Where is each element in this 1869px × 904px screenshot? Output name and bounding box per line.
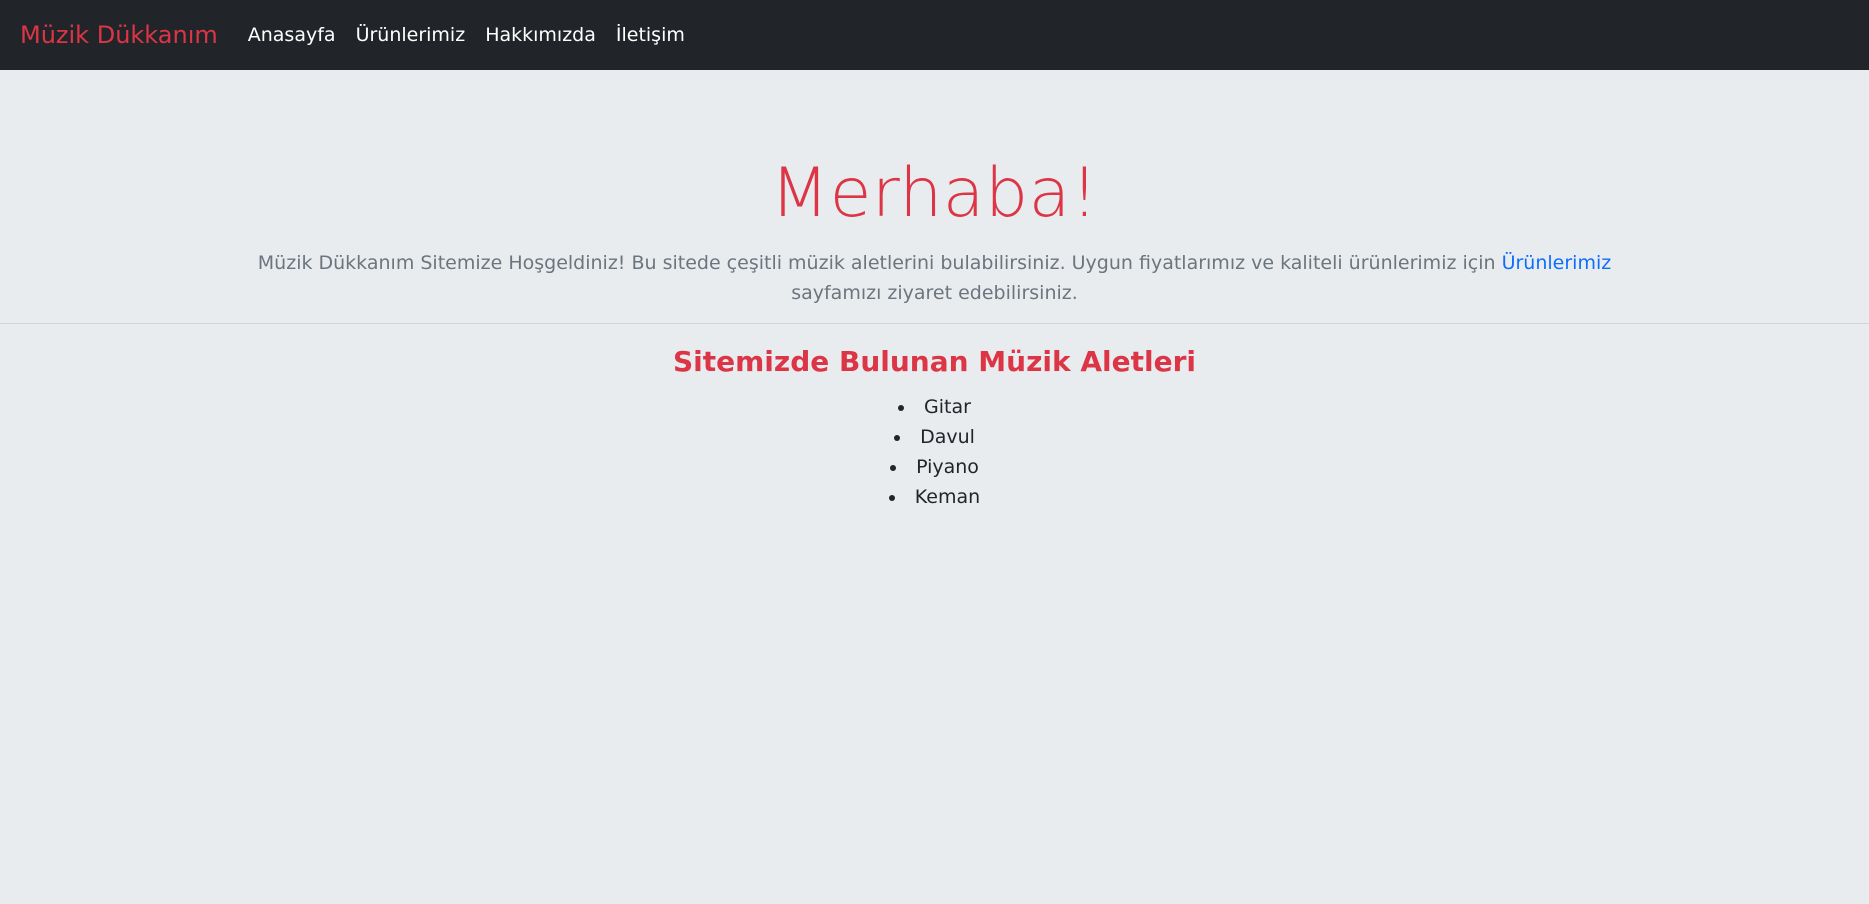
nav-link-hakkimizda[interactable]: Hakkımızda bbox=[485, 24, 596, 46]
instrument-item-piyano: Piyano bbox=[0, 452, 1869, 482]
hero-section: Merhaba! Müzik Dükkanım Sitemize Hoşgeld… bbox=[0, 70, 1869, 324]
hero-description: Müzik Dükkanım Sitemize Hoşgeldiniz! Bu … bbox=[255, 248, 1615, 308]
brand-link[interactable]: Müzik Dükkanım bbox=[20, 21, 218, 49]
nav-link-anasayfa[interactable]: Anasayfa bbox=[248, 24, 336, 46]
instrument-item-davul: Davul bbox=[0, 422, 1869, 452]
hero-text-before-link: Müzik Dükkanım Sitemize Hoşgeldiniz! Bu … bbox=[257, 252, 1502, 274]
instrument-item-gitar: Gitar bbox=[0, 392, 1869, 422]
products-link[interactable]: Ürünlerimiz bbox=[1502, 252, 1612, 274]
instrument-section: Sitemizde Bulunan Müzik Aletleri Gitar D… bbox=[0, 324, 1869, 512]
nav-link-urunlerimiz[interactable]: Ürünlerimiz bbox=[356, 24, 466, 46]
instrument-section-title: Sitemizde Bulunan Müzik Aletleri bbox=[672, 345, 1196, 378]
top-navbar: Müzik Dükkanım Anasayfa Ürünlerimiz Hakk… bbox=[0, 0, 1869, 70]
hero-title: Merhaba! bbox=[770, 154, 1099, 233]
hero-text-after-link: sayfamızı ziyaret edebilirsiniz. bbox=[791, 282, 1078, 304]
nav-link-iletisim[interactable]: İletişim bbox=[616, 24, 685, 46]
instrument-list: Gitar Davul Piyano Keman bbox=[0, 392, 1869, 512]
nav-links: Anasayfa Ürünlerimiz Hakkımızda İletişim bbox=[248, 24, 685, 46]
instrument-item-keman: Keman bbox=[0, 482, 1869, 512]
